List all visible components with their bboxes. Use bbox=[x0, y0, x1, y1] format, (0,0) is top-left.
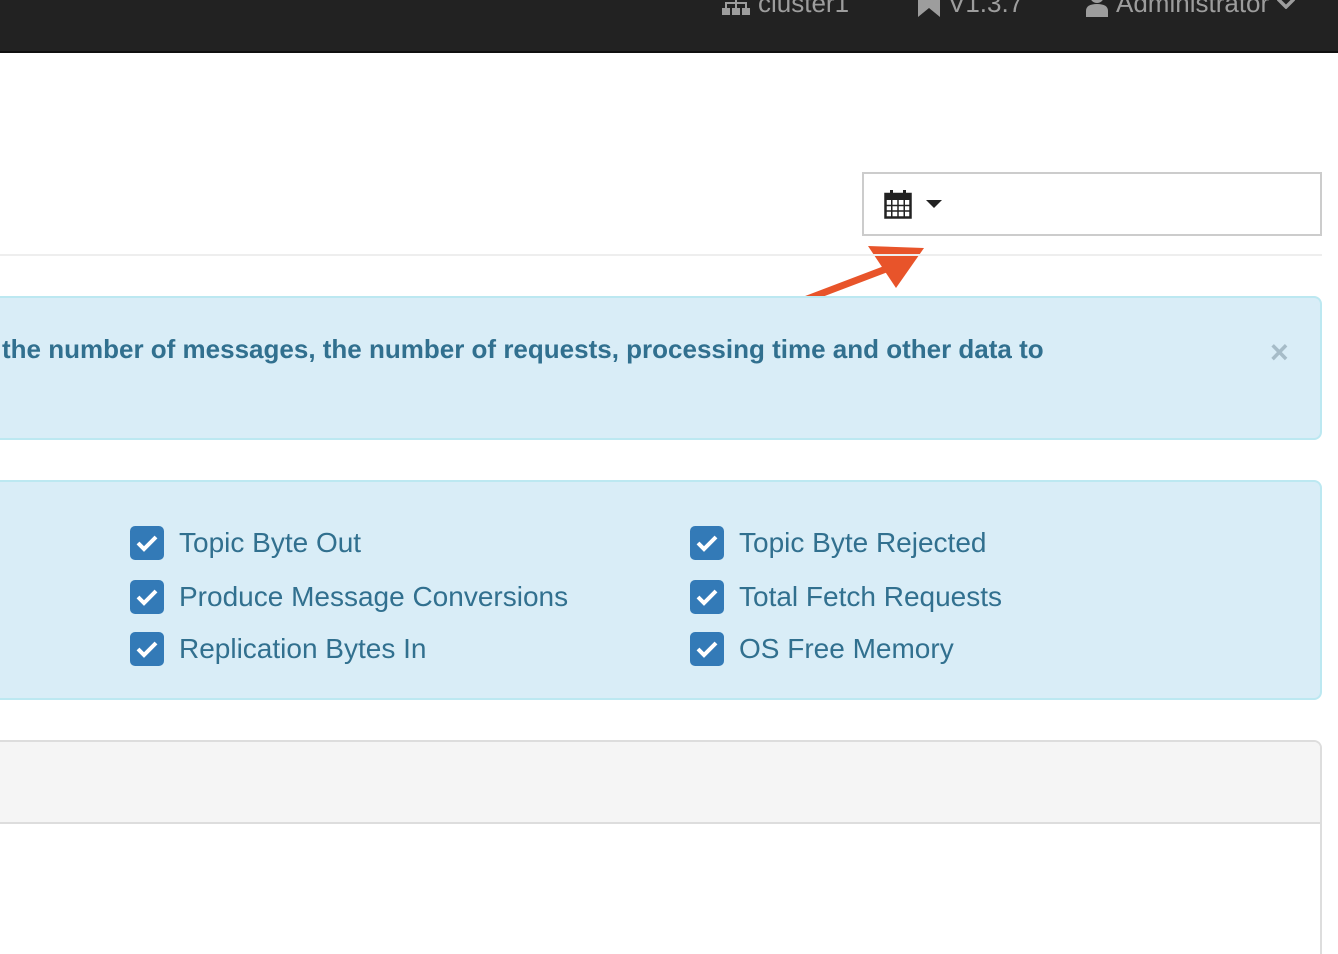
user-icon bbox=[1086, 0, 1108, 17]
version-link[interactable]: V1.3.7 bbox=[918, 0, 1023, 18]
metric-checkbox-total-fetch-requests[interactable]: Total Fetch Requests bbox=[690, 580, 1002, 614]
header-divider bbox=[0, 254, 1322, 256]
panel-heading bbox=[0, 742, 1320, 824]
chevron-down-icon bbox=[1277, 0, 1296, 9]
metric-label: Replication Bytes In bbox=[179, 633, 427, 664]
version-label: V1.3.7 bbox=[948, 0, 1024, 18]
metric-label: OS Free Memory bbox=[739, 633, 954, 664]
bookmark-icon bbox=[918, 0, 940, 17]
alert-message: the number of messages, the number of re… bbox=[2, 334, 1044, 364]
checkbox-checked-icon[interactable] bbox=[130, 580, 164, 614]
metric-checkbox-topic-byte-rejected[interactable]: Topic Byte Rejected bbox=[690, 526, 986, 560]
checkbox-checked-icon[interactable] bbox=[130, 526, 164, 560]
cluster-selector[interactable]: cluster1 bbox=[722, 0, 849, 18]
checkbox-checked-icon[interactable] bbox=[130, 632, 164, 666]
user-label: Administrator bbox=[1116, 0, 1270, 18]
calendar-icon bbox=[884, 190, 912, 219]
metric-checkbox-os-free-memory[interactable]: OS Free Memory bbox=[690, 632, 954, 666]
checkbox-checked-icon[interactable] bbox=[690, 526, 724, 560]
caret-down-icon bbox=[926, 200, 942, 208]
metric-checkbox-topic-byte-out[interactable]: Topic Byte Out bbox=[130, 526, 361, 560]
date-range-picker[interactable] bbox=[862, 172, 1322, 236]
info-alert: the number of messages, the number of re… bbox=[0, 296, 1322, 440]
checkbox-checked-icon[interactable] bbox=[690, 580, 724, 614]
metric-checkbox-produce-message-conversions[interactable]: Produce Message Conversions bbox=[130, 580, 568, 614]
metrics-selection-panel: Topic Byte Out Produce Message Conversio… bbox=[0, 480, 1322, 700]
metric-label: Topic Byte Out bbox=[179, 527, 362, 558]
metric-label: Total Fetch Requests bbox=[739, 581, 1003, 612]
metric-checkbox-replication-bytes-in[interactable]: Replication Bytes In bbox=[130, 632, 426, 666]
cluster-label: cluster1 bbox=[758, 0, 850, 18]
top-navbar: cluster1 V1.3.7 Administrator bbox=[0, 0, 1338, 53]
metric-label: Produce Message Conversions bbox=[179, 581, 569, 612]
user-menu[interactable]: Administrator bbox=[1086, 0, 1296, 18]
close-icon[interactable]: × bbox=[1270, 336, 1289, 368]
chart-panel bbox=[0, 740, 1322, 954]
sitemap-icon bbox=[722, 0, 750, 15]
checkbox-checked-icon[interactable] bbox=[690, 632, 724, 666]
metric-label: Topic Byte Rejected bbox=[739, 527, 987, 558]
